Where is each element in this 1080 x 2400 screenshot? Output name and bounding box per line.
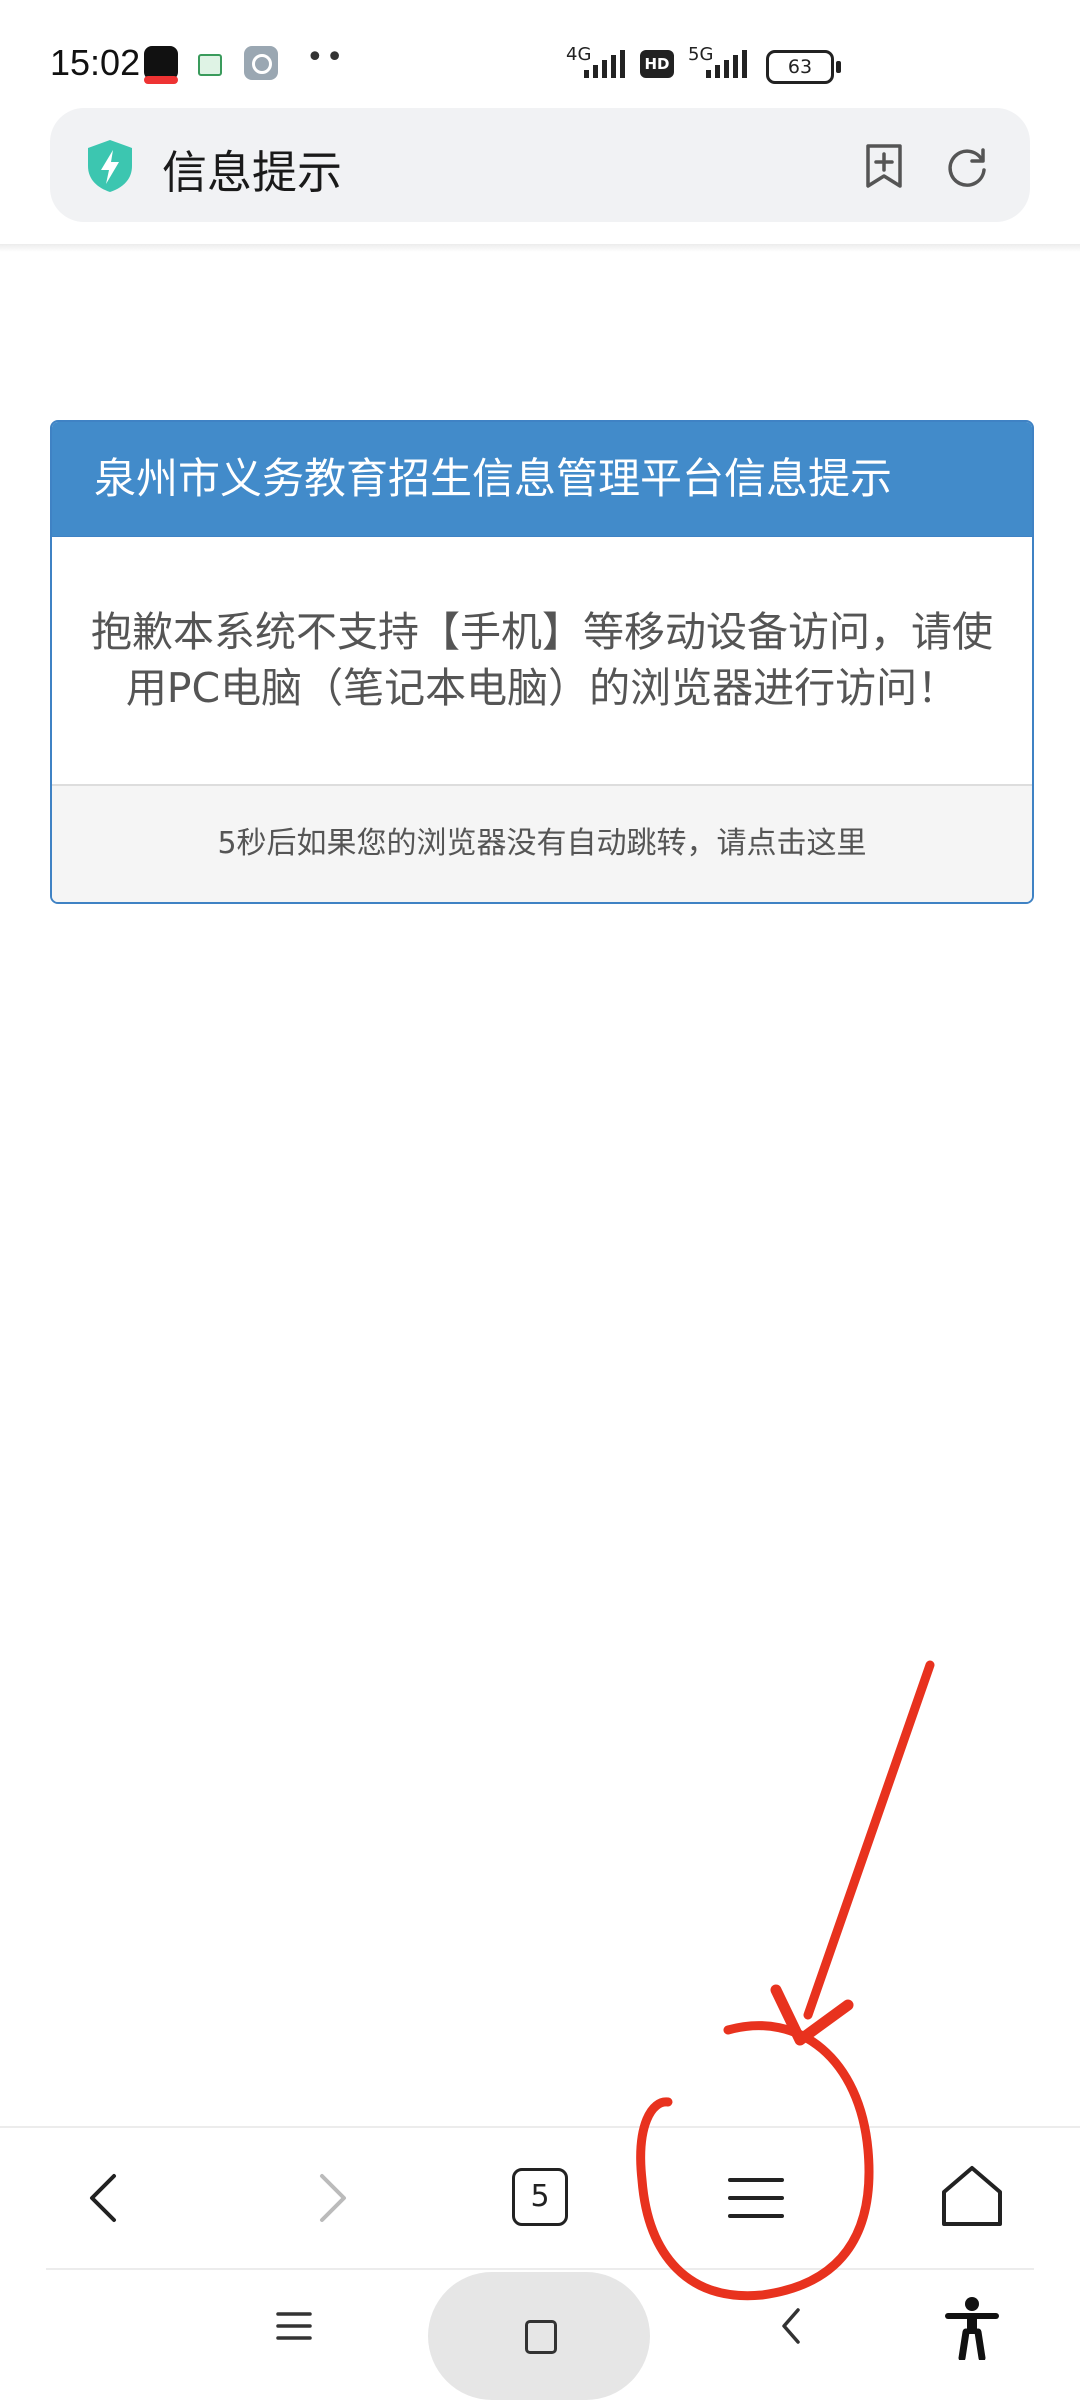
signal-strength-icon	[584, 50, 625, 78]
annotation-arrow-circle	[636, 1660, 935, 2301]
shield-bolt-icon	[88, 140, 132, 192]
battery-icon: 63	[766, 50, 841, 84]
status-bar: 15:02 •• 4G HD 5G 63	[0, 0, 1080, 100]
steering-wheel-notification-icon	[244, 46, 278, 80]
home-icon[interactable]	[932, 2158, 1012, 2238]
address-bar[interactable]: 信息提示	[50, 108, 1030, 222]
system-nav-bar	[0, 2270, 1080, 2400]
notice-message: 抱歉本系统不支持【手机】等移动设备访问，请使用PC电脑（笔记本电脑）的浏览器进行…	[91, 608, 993, 712]
recents-icon[interactable]	[272, 2304, 316, 2348]
more-notifications-icon: ••	[306, 40, 346, 75]
toolbar-shadow	[0, 244, 1080, 252]
back-icon[interactable]	[772, 2302, 812, 2350]
bookmark-add-icon[interactable]	[862, 142, 906, 190]
tabs-button[interactable]: 5	[512, 2168, 568, 2226]
page-title: 信息提示	[162, 146, 343, 199]
status-time: 15:02	[50, 42, 141, 83]
redirect-link[interactable]: 5秒后如果您的浏览器没有自动跳转，请点击这里	[52, 784, 1032, 902]
refresh-icon[interactable]	[944, 144, 990, 190]
app-notification-icon	[198, 54, 222, 76]
notice-heading: 泉州市义务教育招生信息管理平台信息提示	[52, 422, 1032, 536]
back-icon[interactable]	[66, 2158, 146, 2238]
signal-strength-icon	[706, 50, 747, 78]
accessibility-icon[interactable]	[944, 2296, 1000, 2360]
tiktok-notification-icon	[144, 46, 178, 84]
notice-body: 抱歉本系统不支持【手机】等移动设备访问，请使用PC电脑（笔记本电脑）的浏览器进行…	[52, 536, 1032, 783]
menu-icon[interactable]	[716, 2158, 796, 2238]
notice-panel: 泉州市义务教育招生信息管理平台信息提示 抱歉本系统不支持【手机】等移动设备访问，…	[50, 420, 1034, 904]
forward-icon[interactable]	[290, 2158, 370, 2238]
hd-badge: HD	[640, 50, 674, 78]
